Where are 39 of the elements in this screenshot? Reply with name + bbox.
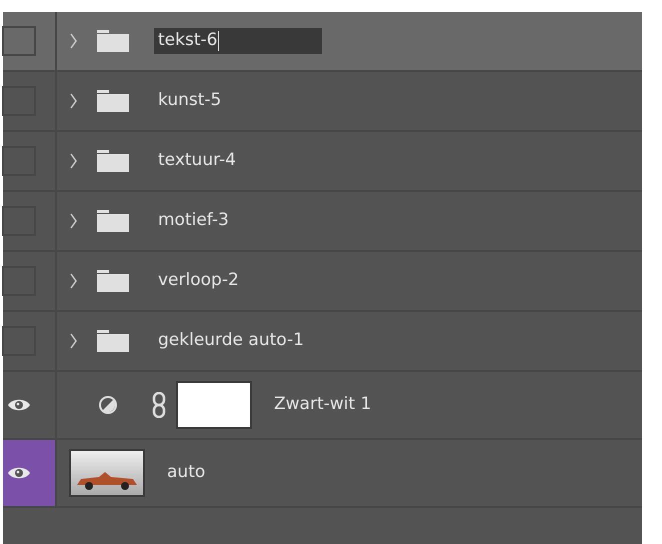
- chevron-icon[interactable]: [70, 93, 78, 109]
- layer-name: motief-3: [158, 209, 229, 232]
- folder-icon: [96, 209, 130, 233]
- link-icon: [152, 392, 166, 418]
- chevron-icon[interactable]: [70, 153, 78, 169]
- folder-icon: [96, 329, 130, 353]
- layer-name: auto: [167, 461, 206, 484]
- layer-row[interactable]: textuur-4: [3, 132, 642, 192]
- layer-name: textuur-4: [158, 149, 236, 172]
- layer-row[interactable]: verloop-2: [3, 252, 642, 312]
- layer-row[interactable]: kunst-5: [3, 72, 642, 132]
- eye-icon[interactable]: [7, 397, 31, 413]
- visibility-toggle[interactable]: [2, 206, 36, 236]
- folder-icon: [96, 29, 130, 53]
- adjustment-icon: [98, 395, 118, 415]
- layer-row[interactable]: Zwart-wit 1: [3, 372, 642, 440]
- name-field[interactable]: tekst-6: [154, 28, 322, 54]
- visibility-toggle[interactable]: [2, 86, 36, 116]
- visibility-toggle[interactable]: [2, 146, 36, 176]
- folder-icon: [96, 149, 130, 173]
- eye-icon[interactable]: [7, 465, 31, 481]
- layer-name: kunst-5: [158, 89, 222, 112]
- chevron-icon[interactable]: [70, 333, 78, 349]
- layer-name: verloop-2: [158, 269, 239, 292]
- visibility-toggle[interactable]: [2, 266, 36, 296]
- layer-row[interactable]: tekst-6: [3, 12, 642, 72]
- layer-name: gekleurde auto-1: [158, 329, 304, 352]
- visibility-toggle[interactable]: [2, 26, 36, 56]
- chevron-icon[interactable]: [70, 273, 78, 289]
- layer-row[interactable]: motief-3: [3, 192, 642, 252]
- chevron-icon[interactable]: [70, 213, 78, 229]
- layer-name: Zwart-wit 1: [274, 393, 372, 416]
- visibility-toggle[interactable]: [2, 326, 36, 356]
- folder-icon: [96, 269, 130, 293]
- layer-row[interactable]: auto: [3, 440, 642, 508]
- layer-row[interactable]: gekleurde auto-1: [3, 312, 642, 372]
- folder-icon: [96, 89, 130, 113]
- chevron-icon[interactable]: [70, 33, 78, 49]
- car-drawing: [77, 472, 137, 490]
